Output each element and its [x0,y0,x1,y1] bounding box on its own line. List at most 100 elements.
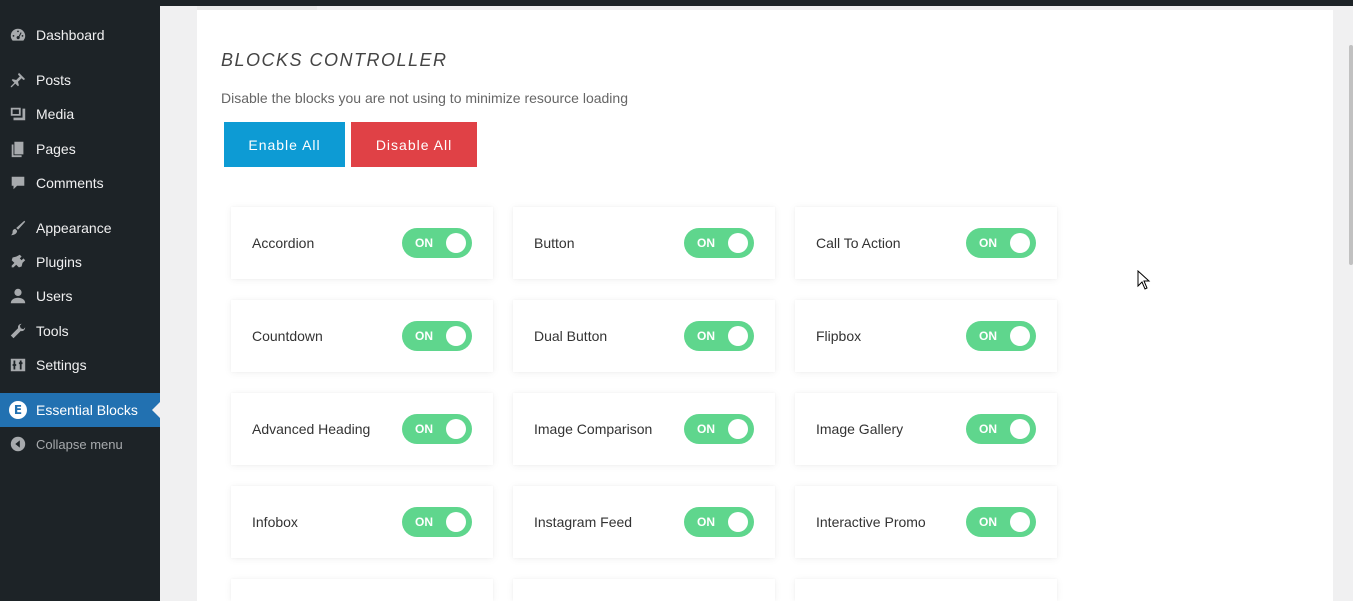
block-name: Flipbox [816,328,862,344]
toggle-state: ON [415,422,433,436]
block-name: Call To Action [816,235,901,251]
toggle-state: ON [979,329,997,343]
toggle-knob [1010,512,1030,532]
media-icon [0,105,36,123]
comment-icon [0,174,36,192]
sidebar-item-label: Pages [36,141,76,157]
toggle-knob [728,419,748,439]
toggle-flipbox[interactable]: ON [966,321,1036,351]
block-card-image-comparison: Image Comparison ON [513,393,775,465]
enable-all-button[interactable]: Enable All [224,122,345,167]
sidebar-item-label: Users [36,288,73,304]
block-card-accordion: Accordion ON [231,207,493,279]
toggle-knob [1010,233,1030,253]
block-name: Instagram Feed [534,514,633,530]
sidebar-item-label: Collapse menu [36,436,123,452]
sidebar-item-plugins[interactable]: Plugins [0,245,160,279]
toggle-knob [728,512,748,532]
admin-top-strip [160,0,1353,6]
toggle-state: ON [697,329,715,343]
block-card-flipbox: Flipbox ON [795,300,1057,372]
block-name: Interactive Promo [816,514,926,530]
block-card-image-gallery: Image Gallery ON [795,393,1057,465]
toggle-state: ON [415,515,433,529]
page-description: Disable the blocks you are not using to … [221,90,628,106]
sidebar-item-settings[interactable]: Settings [0,348,160,382]
block-card-partial [513,579,775,601]
toggle-image-comparison[interactable]: ON [684,414,754,444]
block-card-dual-button: Dual Button ON [513,300,775,372]
toggle-state: ON [979,236,997,250]
sidebar-item-media[interactable]: Media [0,97,160,131]
toggle-call-to-action[interactable]: ON [966,228,1036,258]
toggle-instagram-feed[interactable]: ON [684,507,754,537]
collapse-icon [0,435,36,453]
sidebar-item-label: Tools [36,323,69,339]
block-card-countdown: Countdown ON [231,300,493,372]
admin-sidebar: Dashboard Posts Media Pages Comments App… [0,0,160,601]
block-card-interactive-promo: Interactive Promo ON [795,486,1057,558]
block-card-infobox: Infobox ON [231,486,493,558]
toggle-knob [1010,326,1030,346]
toggle-dual-button[interactable]: ON [684,321,754,351]
pages-icon [0,140,36,158]
sidebar-item-posts[interactable]: Posts [0,63,160,97]
block-name: Infobox [252,514,298,530]
block-card-partial [231,579,493,601]
block-card-instagram-feed: Instagram Feed ON [513,486,775,558]
pin-icon [0,71,36,89]
block-card-advanced-heading: Advanced Heading ON [231,393,493,465]
sidebar-item-pages[interactable]: Pages [0,132,160,166]
toggle-knob [728,233,748,253]
collapse-menu-button[interactable]: Collapse menu [0,427,160,461]
sidebar-item-label: Appearance [36,220,112,236]
toggle-knob [446,512,466,532]
toggle-knob [1010,419,1030,439]
block-name: Image Comparison [534,421,653,437]
sidebar-item-users[interactable]: Users [0,279,160,313]
toggle-knob [728,326,748,346]
brush-icon [0,219,36,237]
sidebar-item-label: Plugins [36,254,82,270]
sidebar-item-comments[interactable]: Comments [0,166,160,200]
block-card-button: Button ON [513,207,775,279]
toggle-button[interactable]: ON [684,228,754,258]
toggle-state: ON [979,515,997,529]
toggle-countdown[interactable]: ON [402,321,472,351]
dashboard-icon [0,26,36,44]
user-icon [0,287,36,305]
toggle-knob [446,419,466,439]
toggle-state: ON [415,236,433,250]
block-name: Countdown [252,328,323,344]
toggle-accordion[interactable]: ON [402,228,472,258]
page-title: BLOCKS CONTROLLER [221,50,448,70]
essential-blocks-icon: E [0,401,36,419]
block-name: Button [534,235,575,251]
toggle-state: ON [979,422,997,436]
sidebar-item-appearance[interactable]: Appearance [0,211,160,245]
toggle-state: ON [697,236,715,250]
toggle-infobox[interactable]: ON [402,507,472,537]
block-name: Accordion [252,235,315,251]
toggle-interactive-promo[interactable]: ON [966,507,1036,537]
sidebar-item-essential-blocks[interactable]: E Essential Blocks [0,393,160,427]
sidebar-item-label: Dashboard [36,27,105,43]
toggle-knob [446,326,466,346]
sidebar-item-dashboard[interactable]: Dashboard [0,18,160,52]
block-name: Advanced Heading [252,421,371,437]
toggle-state: ON [697,515,715,529]
page-scrollbar[interactable] [1349,45,1353,265]
disable-all-button[interactable]: Disable All [351,122,477,167]
sidebar-item-label: Settings [36,357,87,373]
toggle-advanced-heading[interactable]: ON [402,414,472,444]
block-card-partial [795,579,1057,601]
sliders-icon [0,356,36,374]
sidebar-item-label: Essential Blocks [36,402,138,418]
mouse-cursor-icon [1137,270,1151,290]
sidebar-item-tools[interactable]: Tools [0,314,160,348]
sidebar-item-label: Media [36,106,75,122]
toggle-state: ON [697,422,715,436]
sidebar-item-label: Posts [36,72,72,88]
wrench-icon [0,322,36,340]
toggle-image-gallery[interactable]: ON [966,414,1036,444]
